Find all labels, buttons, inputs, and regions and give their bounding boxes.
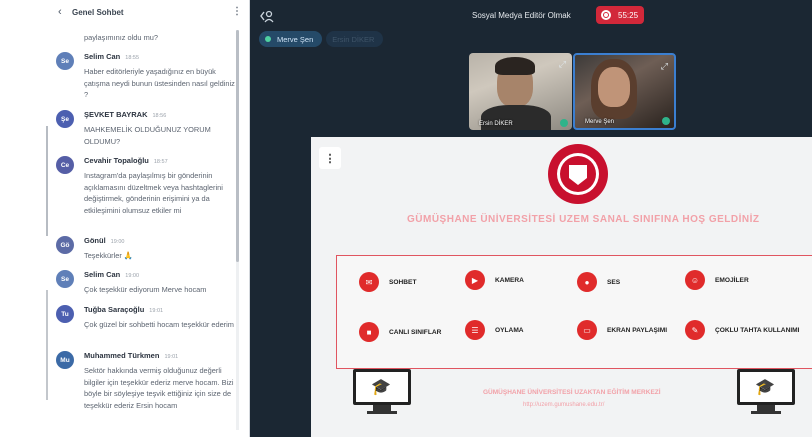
chat-header: ‹ Genel Sohbet ⋮ <box>0 0 250 26</box>
status-dot-icon <box>265 36 271 42</box>
video-tile-merve[interactable]: ⤢ Merve Şen <box>573 53 676 130</box>
feature-item: ▶ KAMERA <box>465 270 524 290</box>
message-text: Çok güzel bir sohbetti hocam teşekkür ed… <box>84 320 234 329</box>
monitor-stand <box>751 411 781 414</box>
message-time: 18:55 <box>125 55 140 61</box>
feature-item: ☰ OYLAMA <box>465 320 524 340</box>
chevron-left-icon[interactable]: ‹ <box>58 6 62 18</box>
feature-item: ■ CANLI SINIFLAR <box>359 322 441 342</box>
feature-label: EMOJİLER <box>715 276 749 284</box>
presenter-tabs: Merve Şen Ersin DİKER <box>259 31 384 47</box>
message-author: Cevahir Topaloğlu 18:57 <box>84 156 168 165</box>
video-tile-ersin[interactable]: ⤢ Ersin DİKER <box>469 53 572 130</box>
feature-grid: ✉ SOHBET ▶ KAMERA ● SES ☺ EMOJİLER ■ CAN… <box>336 255 812 369</box>
avatar: Se <box>56 52 74 70</box>
presentation-slide: ⋮ GÜMÜŞHANE ÜNİVERSİTESİ UZEM SANAL SINI… <box>311 137 812 437</box>
message-list: paylaşımınız oldu mu? Se Selim Can 18:55 … <box>56 30 240 437</box>
participant-label: Merve Şen <box>585 119 615 125</box>
message-author: ŞEVKET BAYRAK 18:56 <box>84 110 167 119</box>
feature-label: CANLI SINIFLAR <box>389 328 442 336</box>
avatar: Şe <box>56 110 74 128</box>
chat-icon: ✉ <box>359 272 379 292</box>
message-author: Muhammed Türkmen 19:01 <box>84 351 179 360</box>
presenter-pill-merve[interactable]: Merve Şen <box>259 31 323 47</box>
expand-icon[interactable]: ⤢ <box>661 61 668 72</box>
message-author: Selim Can 18:55 <box>84 52 140 61</box>
whiteboard-icon: ✎ <box>685 320 705 340</box>
screen-share-icon: ▭ <box>577 320 597 340</box>
chat-menu-icon[interactable]: ⋮ <box>232 6 242 17</box>
chat-panel: ‹ Genel Sohbet ⋮ paylaşımınız oldu mu? S… <box>0 0 250 437</box>
computer-illustration: 🎓 <box>353 369 413 415</box>
presenter-pill-ersin[interactable]: Ersin DİKER <box>326 31 384 47</box>
participant-label: Ersin DİKER <box>479 121 513 127</box>
message-text: Instagram'da paylaşılmış bir gönderinin … <box>84 171 223 215</box>
feature-label: ÇOKLU TAHTA KULLANIMI <box>715 326 800 334</box>
feature-label: SES <box>607 278 621 286</box>
feature-item: ✉ SOHBET <box>359 272 416 292</box>
divider <box>46 126 48 236</box>
divider <box>46 290 48 400</box>
message-text: Haber editörleriyle yaşadığınız en büyük… <box>84 67 235 99</box>
message-text: paylaşımınız oldu mu? <box>84 33 158 42</box>
monitor-stand <box>367 411 397 414</box>
message-time: 19:00 <box>110 239 125 245</box>
message-author: Gönül 19:00 <box>84 236 125 245</box>
message-time: 18:56 <box>152 113 167 119</box>
record-icon <box>601 10 611 20</box>
feature-label: KAMERA <box>495 276 524 284</box>
avatar: Mu <box>56 351 74 369</box>
camera-icon: ▶ <box>465 270 485 290</box>
message-author: Tuğba Saraçoğlu 19:01 <box>84 305 164 314</box>
message-text: MAHKEMELİK OLDUĞUNUZ YORUM OLDUMU? <box>84 125 211 146</box>
participant-video <box>598 67 630 107</box>
message-author: Selim Can 19:00 <box>84 270 140 279</box>
avatar: Se <box>56 270 74 288</box>
scrollbar-thumb[interactable] <box>236 30 239 262</box>
message-text: Teşekkürler 🙏 <box>84 251 134 260</box>
main-area: Sosyal Medya Editör Olmak 55:25 Merve Şe… <box>250 0 812 437</box>
message-time: 18:57 <box>153 159 168 165</box>
computer-illustration: 🎓 <box>737 369 797 415</box>
avatar: Tu <box>56 305 74 323</box>
message-text: Çok teşekkür ediyorum Merve hocam <box>84 285 207 294</box>
message-time: 19:01 <box>164 354 179 360</box>
feature-item: ● SES <box>577 272 620 292</box>
poll-icon: ☰ <box>465 320 485 340</box>
graduation-cap-icon: 🎓 <box>755 379 775 396</box>
presenter-name: Merve Şen <box>277 34 314 44</box>
avatar: Gö <box>56 236 74 254</box>
mic-icon <box>560 119 568 127</box>
graduation-cap-icon: 🎓 <box>371 379 391 396</box>
participant-video <box>495 57 535 75</box>
user-list-toggle-icon[interactable] <box>259 9 275 23</box>
recording-timer: 55:25 <box>618 10 639 20</box>
room-title: Sosyal Medya Editör Olmak <box>472 11 571 20</box>
footer-title: GÜMÜŞHANE ÜNİVERSİTESİ UZAKTAN EĞİTİM ME… <box>483 389 661 396</box>
slide-menu-button[interactable]: ⋮ <box>319 147 341 169</box>
welcome-title: GÜMÜŞHANE ÜNİVERSİTESİ UZEM SANAL SINIFI… <box>407 214 760 225</box>
feature-item: ☺ EMOJİLER <box>685 270 749 290</box>
feature-item: ✎ ÇOKLU TAHTA KULLANIMI <box>685 320 799 340</box>
avatar: Ce <box>56 156 74 174</box>
classroom-icon: ■ <box>359 322 379 342</box>
university-seal-logo <box>548 144 608 204</box>
message-time: 19:00 <box>125 273 140 279</box>
chat-scrollbar[interactable] <box>236 30 239 430</box>
footer-url: http://uzem.gumushane.edu.tr/ <box>523 402 605 408</box>
feature-item: ▭ EKRAN PAYLAŞIMI <box>577 320 667 340</box>
top-bar: Sosyal Medya Editör Olmak 55:25 <box>250 0 812 30</box>
emoji-icon: ☺ <box>685 270 705 290</box>
message-text: Sektör hakkında vermiş olduğunuz değerli… <box>84 366 234 410</box>
feature-label: SOHBET <box>389 278 417 286</box>
presenter-name: Ersin DİKER <box>332 34 375 44</box>
feature-label: EKRAN PAYLAŞIMI <box>607 326 668 334</box>
microphone-icon: ● <box>577 272 597 292</box>
feature-label: OYLAMA <box>495 326 524 334</box>
expand-icon[interactable]: ⤢ <box>559 59 566 70</box>
recording-button[interactable]: 55:25 <box>596 6 644 24</box>
message-time: 19:01 <box>149 308 164 314</box>
mic-icon <box>662 117 670 125</box>
chat-title: Genel Sohbet <box>72 8 124 17</box>
